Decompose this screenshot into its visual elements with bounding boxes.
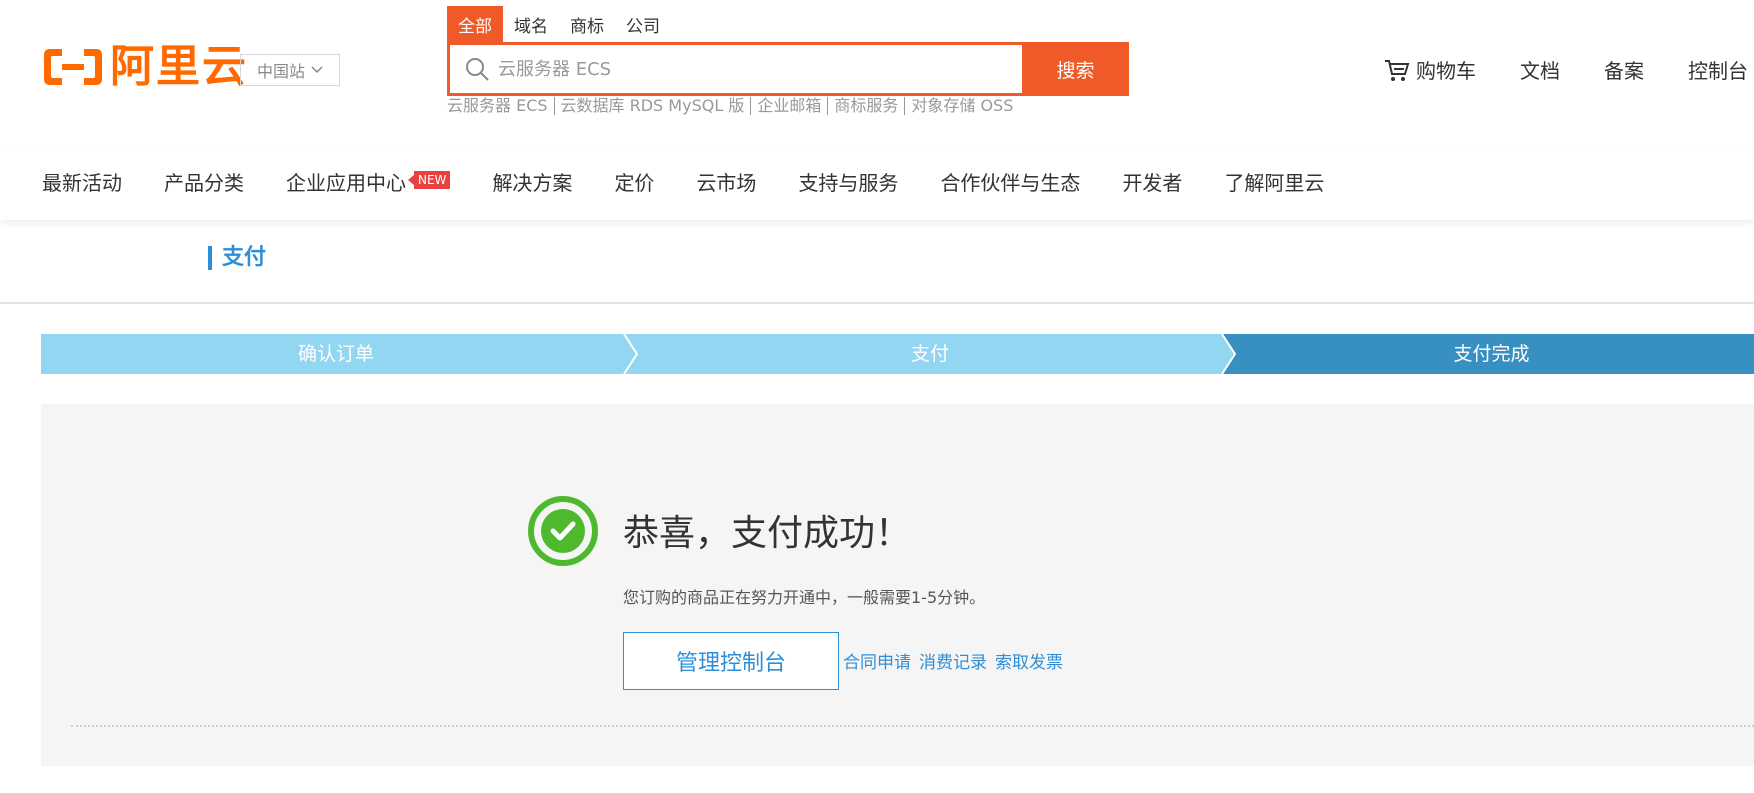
cart-icon (1385, 59, 1410, 81)
logo-mark-icon (44, 49, 102, 85)
request-invoice-link[interactable]: 索取发票 (995, 648, 1063, 673)
nav-item-partners[interactable]: 合作伙伴与生态 (940, 145, 1080, 217)
logo-text: 阿里云 (110, 41, 248, 92)
nav-item-enterprise-apps[interactable]: 企业应用中心 NEW (286, 145, 451, 217)
aliyun-logo[interactable]: 阿里云 (42, 41, 248, 92)
contract-apply-link[interactable]: 合同申请 (843, 648, 911, 673)
search-tab-all[interactable]: 全部 (447, 6, 503, 42)
search-icon (466, 58, 489, 81)
success-description: 您订购的商品正在努力开通中，一般需要1-5分钟。 (623, 588, 986, 607)
step-confirm-order: 确认订单 (297, 343, 374, 365)
new-badge: NEW (407, 171, 451, 189)
search-hot-keywords: 云服务器 ECS 云数据库 RDS MySQL 版 企业邮箱 商标服务 对象存储… (447, 97, 1019, 115)
manage-console-button[interactable]: 管理控制台 (623, 632, 839, 690)
icp-link[interactable]: 备案 (1604, 55, 1644, 84)
nav-item-developers[interactable]: 开发者 (1122, 145, 1182, 217)
search-tabs: 全部 域名 商标 公司 (447, 6, 671, 42)
site-select-label: 中国站 (256, 62, 305, 81)
result-links: 合同申请 消费记录 索取发票 (843, 648, 1063, 673)
nav-item-pricing[interactable]: 定价 (614, 145, 654, 217)
main-nav: 最新活动 产品分类 企业应用中心 NEW 解决方案 定价 云市场 支持与服务 合… (0, 145, 1754, 220)
page-title: 支付 (208, 246, 266, 270)
console-link[interactable]: 控制台 (1688, 55, 1748, 84)
cart-link[interactable]: 购物车 (1384, 55, 1476, 84)
search-tab-domain[interactable]: 域名 (503, 6, 559, 42)
nav-item-support[interactable]: 支持与服务 (798, 145, 898, 217)
hot-keyword[interactable]: 商标服务 (827, 97, 904, 115)
hot-keyword[interactable]: 云数据库 RDS MySQL 版 (553, 97, 751, 115)
billing-records-link[interactable]: 消费记录 (919, 648, 987, 673)
step-complete: 支付完成 (1453, 343, 1530, 365)
nav-item-solutions[interactable]: 解决方案 (492, 145, 572, 217)
result-panel: 恭喜，支付成功！ 您订购的商品正在努力开通中，一般需要1-5分钟。 管理控制台 … (41, 404, 1754, 766)
nav-item-marketplace[interactable]: 云市场 (696, 145, 756, 217)
docs-link[interactable]: 文档 (1520, 55, 1560, 84)
search-tab-company[interactable]: 公司 (615, 6, 671, 42)
dotted-divider (71, 725, 1754, 727)
search-box: 搜索 (447, 42, 1129, 96)
chevron-down-icon (311, 66, 323, 74)
success-title: 恭喜，支付成功！ (623, 513, 912, 554)
nav-item-label: 企业应用中心 (286, 171, 406, 195)
nav-item-about[interactable]: 了解阿里云 (1224, 145, 1324, 217)
nav-item-activities[interactable]: 最新活动 (42, 145, 122, 217)
success-check-icon (528, 496, 598, 566)
search-tab-trademark[interactable]: 商标 (559, 6, 615, 42)
hot-keyword[interactable]: 对象存储 OSS (904, 97, 1019, 115)
hot-keyword[interactable]: 企业邮箱 (750, 97, 827, 115)
nav-item-products[interactable]: 产品分类 (164, 145, 244, 217)
checkout-steps: 确认订单 支付 支付完成 (41, 334, 1754, 374)
top-links: 购物车 文档 备案 控制台 (1384, 55, 1754, 84)
step-pay: 支付 (910, 343, 949, 365)
page-divider (0, 302, 1754, 304)
site-select[interactable]: 中国站 (240, 54, 340, 86)
hot-keyword[interactable]: 云服务器 ECS (447, 97, 554, 115)
cart-label: 购物车 (1416, 59, 1476, 83)
search-button[interactable]: 搜索 (1022, 42, 1129, 96)
